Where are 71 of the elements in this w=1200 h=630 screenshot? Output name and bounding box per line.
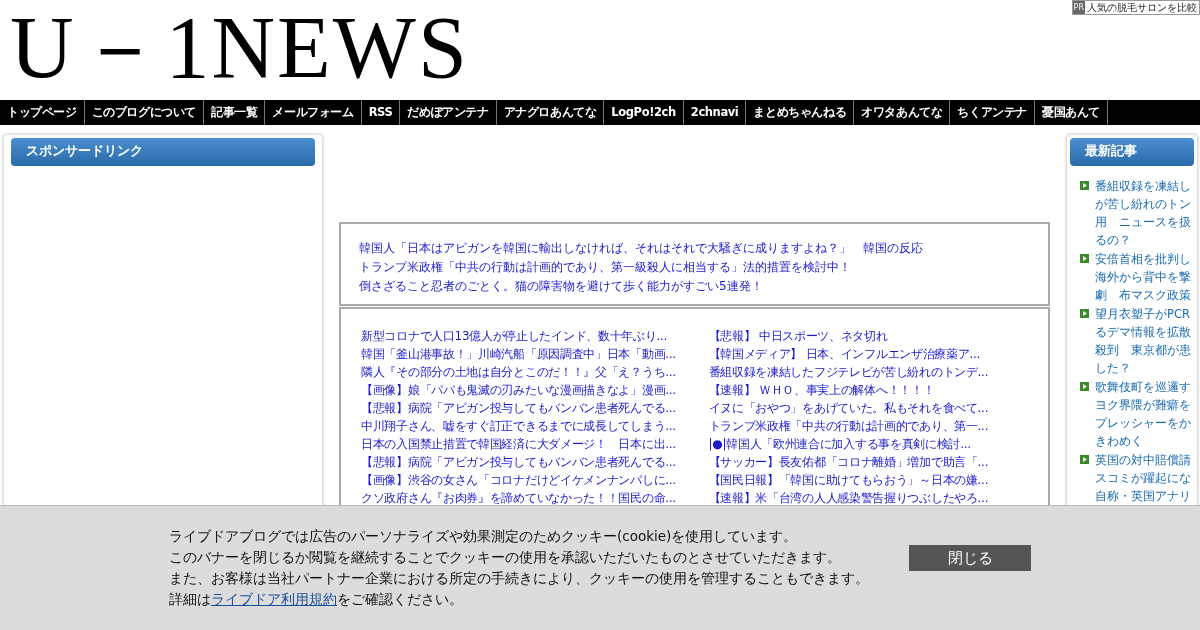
notice-text: ライブドアブログでは広告のパーソナライズや効果測定のためクッキー(cookie)を使用しています。 — [169, 527, 799, 546]
article-link[interactable]: 自称・英国アナリ — [1095, 487, 1191, 505]
article-link[interactable]: ヨク界隈が難癖を — [1095, 396, 1191, 414]
nav-link[interactable]: トップページ — [0, 100, 85, 125]
article-link[interactable]: プレッシャーをか — [1095, 414, 1191, 432]
notice-text: このバナーを閉じるか閲覧を継続することでクッキーの使用を承認いただいたものとさせていただきます。 — [169, 548, 842, 567]
nav-link[interactable]: 2chnavi — [683, 100, 747, 125]
nav-link[interactable]: アナグロあんてな — [496, 100, 605, 125]
sidebar-heading: 最新記事 — [1070, 138, 1194, 166]
article-link[interactable]: 韓国人「日本はアビガンを韓国に輸出しなければ、それはそれで大騒ぎに成りますよね？」 韓国の反応 — [359, 239, 1030, 258]
article-link[interactable]: 劇 布マスク政策 — [1095, 286, 1191, 304]
ad-link[interactable]: 人気の脱毛サロンを比較 — [1085, 1, 1199, 14]
article-link[interactable]: 【速報】米「台湾の人人感染警告握りつぶしたやろ... — [708, 489, 1028, 507]
article-link[interactable]: 安倍首相を批判し — [1095, 250, 1191, 268]
nav-link[interactable]: LogPo!2ch — [604, 100, 684, 125]
bullet-icon — [1080, 254, 1089, 263]
article-link[interactable]: 【悲報】病院「アビガン投与してもバンバン患者死んでる... — [361, 399, 681, 417]
article-link[interactable]: 【悲報】 中日スポーツ、ネタ切れ — [708, 327, 1028, 345]
article-link[interactable]: イヌに「おやつ」をあげていた。私もそれを食べて... — [708, 399, 1028, 417]
article-link[interactable]: が苦し紛れのトン — [1095, 195, 1191, 213]
nav-link[interactable]: このブログについて — [84, 100, 204, 125]
article-link[interactable]: 隣人『その部分の土地は自分とこのだ！！』父「え？うち... — [361, 363, 681, 381]
article-link[interactable]: 番組収録を凍結し — [1095, 177, 1191, 195]
article-link[interactable]: 中川翔子さん、嘘をすぐ訂正できるまでに成長してしまう... — [361, 417, 681, 435]
article-link[interactable]: 【悲報】病院「アビガン投与してもバンバン患者死んでる... — [361, 453, 681, 471]
article-link[interactable]: 殺到 東京都が患 — [1095, 341, 1191, 359]
article-link[interactable]: トランプ米政権「中共の行動は計画的であり、第一級殺人に相当する」法的措置を検討中！ — [359, 258, 1030, 277]
pr-badge: PR — [1072, 1, 1085, 14]
article-link[interactable]: 望月衣塑子がPCR — [1095, 305, 1191, 323]
terms-link[interactable]: ライブドア利用規約 — [211, 591, 337, 607]
nav-link[interactable]: だめぽアンテナ — [400, 100, 497, 125]
article-link[interactable]: クソ政府さん『お肉券』を諦めていなかった！！国民の命... — [361, 489, 681, 507]
article-link[interactable]: 【速報】 ＷＨＯ、事実上の解体へ！！！！ — [708, 381, 1028, 399]
article-link[interactable]: 歌舞伎町を巡邏す — [1095, 378, 1191, 396]
article-link[interactable]: 【国民日報】「韓国に助けてもらおう」～日本の嫌... — [708, 471, 1028, 489]
article-link[interactable]: |●|韓国人「欧州連合に加入する事を真剣に検討... — [708, 435, 1028, 453]
article-link[interactable]: スコミが躍起にな — [1095, 469, 1191, 487]
nav-link[interactable]: まとめちゃんねる — [746, 100, 855, 125]
article-link[interactable]: 新型コロナで人口13億人が停止したインド、数十年ぶり... — [361, 327, 681, 345]
nav-link[interactable]: 憂国あんて — [1035, 100, 1109, 125]
article-link[interactable]: 【画像】娘「パパも鬼滅の刃みたいな漫画描きなよ」漫画... — [361, 381, 681, 399]
nav-link[interactable]: 記事一覧 — [204, 100, 266, 125]
article-link[interactable]: 用 ニュースを扱 — [1095, 213, 1191, 231]
article-link[interactable]: 日本の入国禁止措置で韓国経済に大ダメージ！ 日本に出... — [361, 435, 681, 453]
article-link[interactable]: きわめく — [1095, 432, 1191, 450]
notice-text: また、お客様は当社パートナー企業における所定の手続きにより、クッキーの使用を管理することもできます。 — [169, 569, 870, 588]
article-link[interactable]: 【韓国メディア】 日本、インフルエンザ治療薬ア... — [708, 345, 1028, 363]
article-link[interactable]: るデマ情報を拡散 — [1095, 323, 1191, 341]
article-link[interactable]: 韓国「釜山港事故！」川崎汽船「原因調査中」日本「動画... — [361, 345, 681, 363]
article-link[interactable]: した？ — [1095, 359, 1191, 377]
bullet-icon — [1080, 455, 1089, 464]
notice-text: をご確認ください。 — [337, 591, 463, 607]
article-link[interactable]: 英国の対中賠償請 — [1095, 451, 1191, 469]
article-link[interactable]: 倒さざること忍者のごとく。猫の障害物を避けて歩く能力がすごい5連発！ — [359, 277, 1030, 296]
bullet-icon — [1080, 309, 1089, 318]
sidebar-heading: スポンサードリンク — [11, 138, 315, 166]
nav-link[interactable]: ちくアンテナ — [950, 100, 1036, 125]
site-logo[interactable]: U－1NEWS — [10, 0, 469, 96]
nav-link[interactable]: RSS — [361, 100, 401, 125]
article-link[interactable]: 番組収録を凍結したフジテレビが苦し紛れのトンデ... — [708, 363, 1028, 381]
article-link[interactable]: 【画像】渋谷の女さん「コロナだけどイケメンナンパしに... — [361, 471, 681, 489]
notice-text: 詳細は — [169, 591, 211, 607]
close-button[interactable]: 閉じる — [909, 545, 1031, 571]
article-link[interactable]: トランプ米政権「中共の行動は計画的であり、第一... — [708, 417, 1028, 435]
nav-link[interactable]: オワタあんてな — [854, 100, 951, 125]
article-link[interactable]: るの？ — [1095, 231, 1191, 249]
article-link[interactable]: 【サッカー】長友佑都「コロナ離婚」増加で助言「... — [708, 453, 1028, 471]
bullet-icon — [1080, 382, 1089, 391]
nav-link[interactable]: メールフォーム — [265, 100, 362, 125]
bullet-icon — [1080, 181, 1089, 190]
article-link[interactable]: 海外から背中を撃 — [1095, 268, 1191, 286]
